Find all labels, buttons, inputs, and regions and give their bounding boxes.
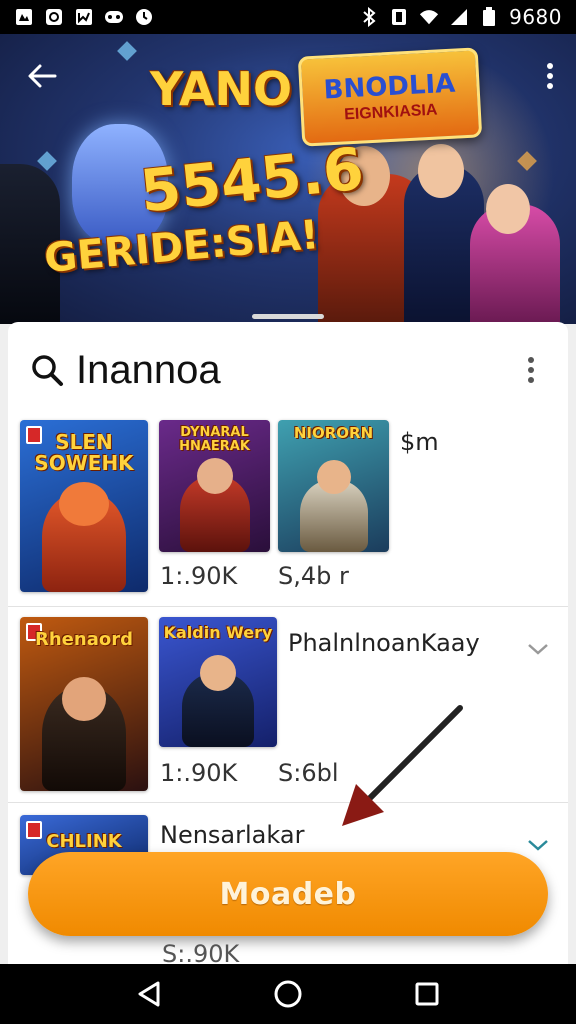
home-circle-icon: [274, 980, 302, 1008]
result-row[interactable]: Rhenaord Kaldin Wery PhalnlnoanKaay 1:.9…: [8, 606, 568, 802]
expand-button[interactable]: [524, 835, 552, 855]
search-query[interactable]: Inannoa: [76, 348, 516, 393]
row-title: PhalnlnoanKaay: [288, 629, 480, 657]
cover-title: Rhenaord: [35, 629, 133, 650]
status-left-icons: [14, 7, 154, 27]
search-more-button[interactable]: [516, 350, 546, 390]
game-cover[interactable]: NIORORN: [278, 420, 389, 552]
cover-character-head: [316, 460, 351, 494]
gallery-icon: [74, 7, 94, 27]
hero-sparkle: [117, 41, 137, 61]
price-label: 1:.90K: [160, 759, 238, 787]
back-button[interactable]: [22, 58, 62, 98]
hero-badge-line1: BNODLIA: [322, 68, 456, 106]
cover-title: NIORORN: [293, 424, 374, 442]
hero-more-button[interactable]: [538, 60, 562, 96]
signal-icon: [449, 7, 469, 27]
cover-character-head: [62, 677, 106, 721]
hero-banner[interactable]: BNODLIA EIGNKIASIA YANO 5545.6 GERIDE:SI…: [0, 34, 576, 324]
search-icon: [30, 352, 66, 388]
hero-character-face: [418, 144, 464, 198]
primary-action-button[interactable]: Moadeb: [28, 852, 548, 936]
hero-logo-badge: BNODLIA EIGNKIASIA: [297, 47, 483, 147]
bluetooth-icon: [359, 7, 379, 27]
arrow-left-icon: [27, 63, 57, 94]
chevron-down-icon: [528, 644, 548, 655]
wifi-icon: [419, 7, 439, 27]
status-time: 9680: [509, 5, 562, 29]
chevron-down-icon: [528, 840, 548, 851]
hero-title-top: YANO: [150, 62, 293, 116]
more-vertical-icon: [528, 357, 534, 383]
game-cover[interactable]: Rhenaord: [20, 617, 148, 791]
recents-square-icon: [415, 982, 439, 1006]
cover-title: DYNARAL HNAERAK: [179, 425, 250, 454]
app-screen: 9680 BNODLIA EIGNKIASIA YANO 5545.6 GERI…: [0, 0, 576, 1024]
price-label: S,4b r: [278, 562, 349, 590]
nav-back-button[interactable]: [127, 972, 171, 1016]
status-bar: 9680: [0, 0, 576, 34]
cover-title: CHLINK: [46, 831, 122, 852]
cover-character-head: [200, 655, 236, 691]
game-cover[interactable]: SLEN SOWEHK: [20, 420, 148, 592]
game-cover[interactable]: DYNARAL HNAERAK: [159, 420, 270, 552]
back-triangle-icon: [138, 981, 160, 1007]
hero-badge-line2: EIGNKIASIA: [343, 101, 438, 124]
nav-home-button[interactable]: [266, 972, 310, 1016]
row-side-label: $m: [400, 428, 439, 456]
game-cover[interactable]: Kaldin Wery: [159, 617, 277, 747]
vibrate-icon: [389, 7, 409, 27]
expand-button[interactable]: [524, 639, 552, 659]
more-vertical-icon: [546, 62, 554, 95]
battery-icon: [479, 7, 499, 27]
price-label: S:6bl: [278, 759, 339, 787]
notification-icon: [14, 7, 34, 27]
sheet-drag-handle[interactable]: [252, 314, 324, 319]
cover-character-head: [59, 482, 109, 526]
primary-action-label: Moadeb: [219, 876, 357, 912]
status-right-icons: 9680: [359, 5, 562, 29]
cover-character-head: [196, 458, 233, 494]
sync-icon: [44, 7, 64, 27]
system-nav-bar: [0, 964, 576, 1024]
cover-title: SLEN SOWEHK: [34, 430, 134, 475]
price-label: 1:.90K: [160, 562, 238, 590]
alarm-icon: [134, 7, 154, 27]
nav-recents-button[interactable]: [405, 972, 449, 1016]
search-bar[interactable]: Inannoa: [8, 322, 568, 418]
result-row[interactable]: SLEN SOWEHK DYNARAL HNAERAK NIORORN $m 1…: [8, 418, 568, 606]
hero-sparkle: [37, 151, 57, 171]
game-icon: [104, 7, 124, 27]
cover-title: Kaldin Wery: [163, 623, 273, 642]
row-title: Nensarlakar: [160, 821, 305, 849]
hero-character-face: [486, 184, 530, 234]
